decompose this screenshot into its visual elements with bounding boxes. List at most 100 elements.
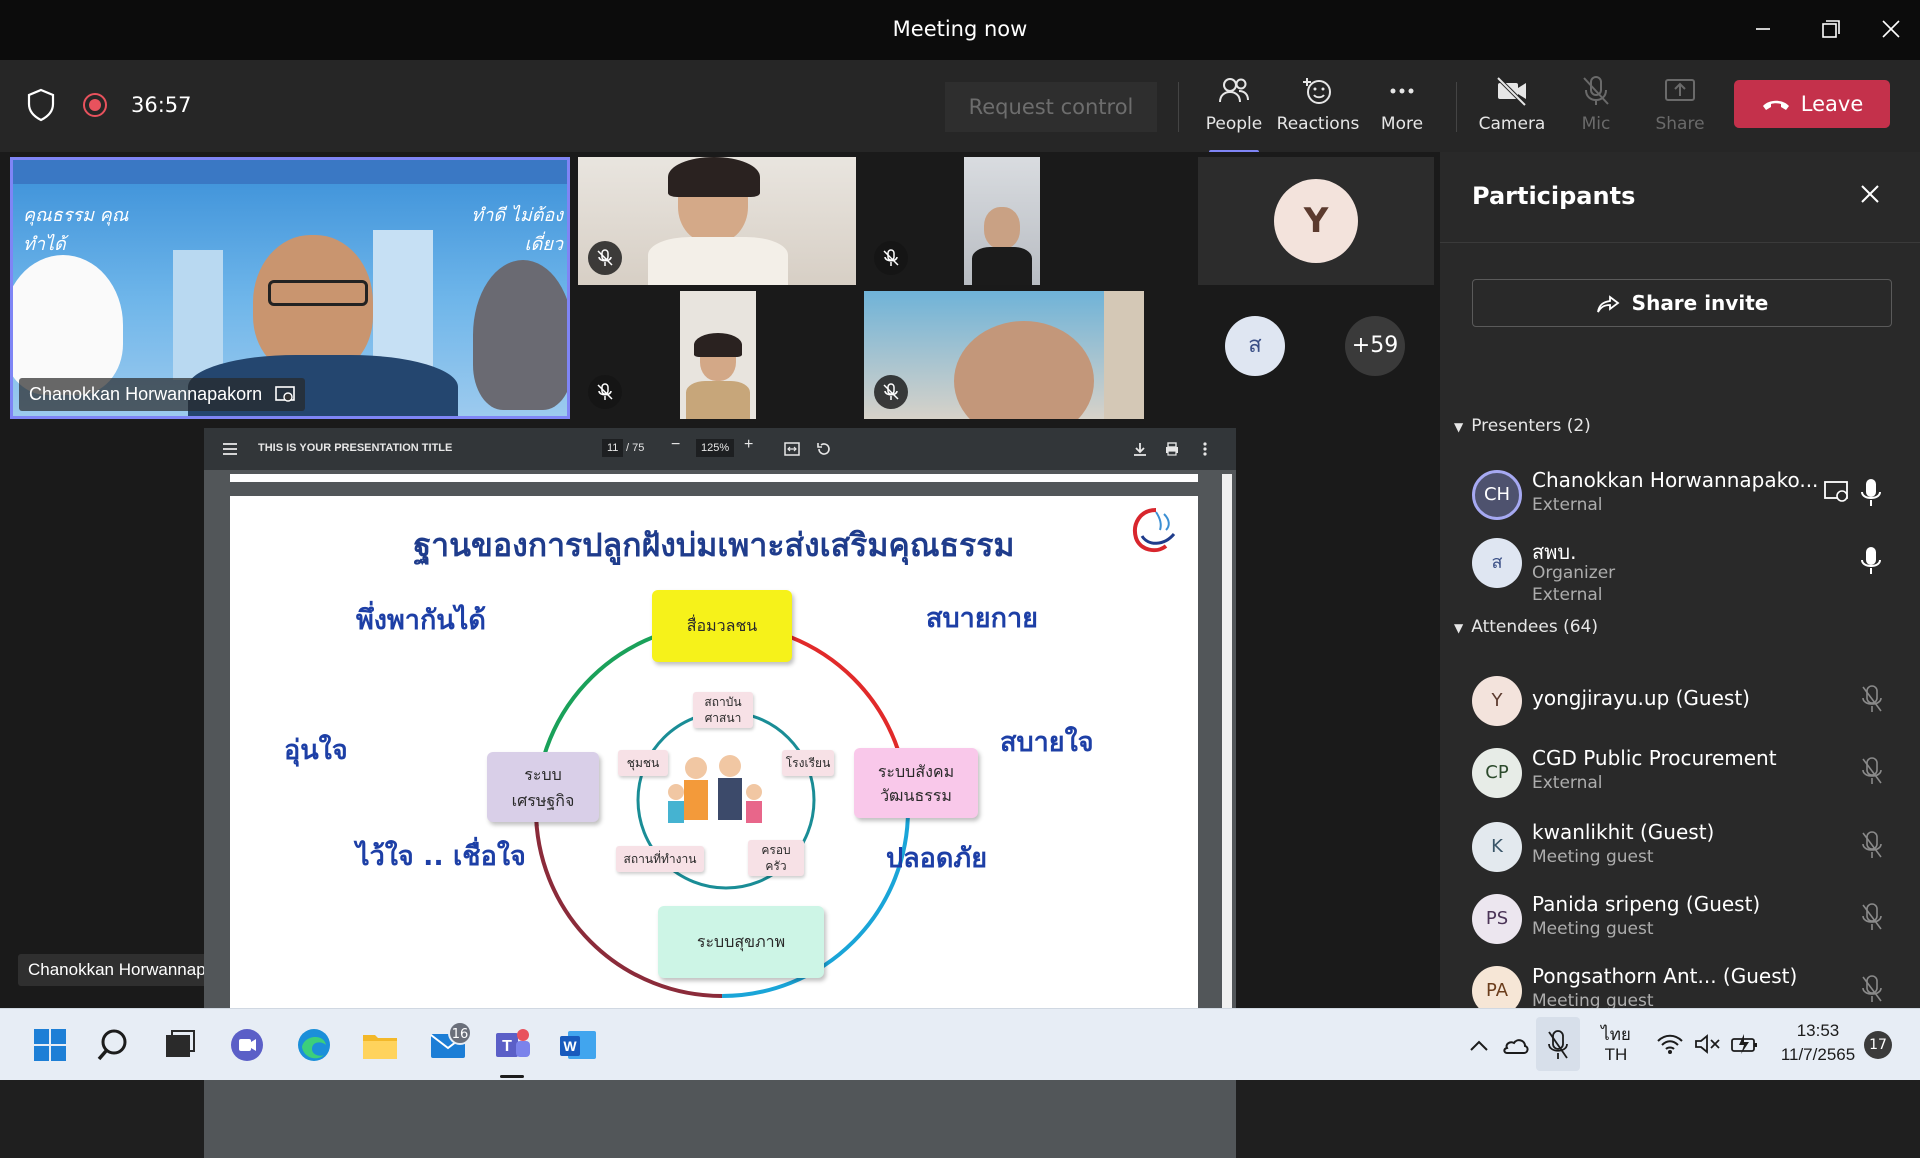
wifi-icon[interactable] <box>1656 1033 1684 1055</box>
search-icon[interactable] <box>94 1023 138 1067</box>
participant-video-tile[interactable] <box>864 291 1144 419</box>
rotate-icon[interactable] <box>816 441 832 457</box>
minimize-button[interactable] <box>1748 14 1778 44</box>
presenters-section-toggle[interactable]: ▼ Presenters (2) <box>1454 416 1591 436</box>
background-building <box>173 250 223 380</box>
value-word-warm: อุ่นใจ <box>284 735 348 766</box>
close-window-button[interactable] <box>1876 14 1906 44</box>
zoom-in-button[interactable]: + <box>744 436 753 454</box>
toolbar-divider <box>1178 82 1179 132</box>
participant-body <box>686 381 750 419</box>
more-participants-button[interactable]: +59 <box>1345 316 1405 376</box>
restore-icon <box>1822 20 1840 38</box>
chat-icon[interactable] <box>225 1023 269 1067</box>
participant-name: Pongsathorn Ant... (Guest) <box>1532 964 1798 988</box>
box-econ-line1: ระบบ <box>524 765 562 784</box>
avatar[interactable]: ส <box>1225 316 1285 376</box>
camera-label: Camera <box>1478 114 1546 134</box>
participant-row[interactable]: ส สพบ. Organizer External <box>1440 532 1920 612</box>
edge-browser-icon[interactable] <box>292 1023 336 1067</box>
mic-off-icon <box>597 249 613 266</box>
leave-button[interactable]: Leave <box>1734 80 1890 128</box>
volume-muted-icon[interactable] <box>1694 1033 1722 1055</box>
participant-row[interactable]: Y yongjirayu.up (Guest) <box>1440 670 1920 738</box>
battery-charging-icon[interactable] <box>1730 1033 1760 1055</box>
mic-icon <box>1861 479 1881 506</box>
share-button[interactable]: Share <box>1638 74 1722 144</box>
speaker-name-tag: Chanokkan Horwannapakorn <box>19 378 306 411</box>
mic-off-icon[interactable] <box>1546 1029 1570 1061</box>
small-box-workplace: สถานที่ทำงาน <box>616 846 704 872</box>
more-button[interactable]: More <box>1360 74 1444 144</box>
start-icon[interactable] <box>28 1023 72 1067</box>
participant-row[interactable]: PA Pongsathorn Ant... (Guest) Meeting gu… <box>1440 960 1920 1008</box>
more-vertical-icon[interactable] <box>1202 441 1208 457</box>
speaker-banner-strip <box>13 160 567 184</box>
zoom-out-button[interactable]: − <box>671 436 680 454</box>
page-number-input[interactable]: 11 <box>602 439 624 457</box>
participant-avatar-tile[interactable]: Y <box>1198 157 1434 285</box>
share-invite-button[interactable]: Share invite <box>1472 279 1892 327</box>
zoom-level-input[interactable]: 125% <box>696 439 735 457</box>
input-language-line2[interactable]: TH <box>1596 1045 1636 1065</box>
file-explorer-icon[interactable] <box>358 1023 402 1067</box>
shield-icon[interactable] <box>26 88 56 126</box>
participant-video-tile[interactable] <box>578 291 856 419</box>
participant-name: Chanokkan Horwannapako... <box>1532 468 1819 492</box>
camera-button[interactable]: Camera <box>1470 74 1554 144</box>
menu-icon[interactable] <box>222 442 238 456</box>
value-word-comfort-mind: สบายใจ <box>1000 727 1094 758</box>
mic-off-icon <box>883 249 899 266</box>
reactions-label: Reactions <box>1276 114 1360 134</box>
mic-off-icon <box>883 383 899 400</box>
participant-video-tile[interactable] <box>864 157 1144 285</box>
meeting-toolbar: 36:57 Request control People Reactions M… <box>0 60 1920 154</box>
avatar: K <box>1472 822 1522 872</box>
print-icon[interactable] <box>1164 441 1180 457</box>
task-view-icon[interactable] <box>158 1023 202 1067</box>
participant-body <box>648 237 788 285</box>
active-speaker-tile[interactable]: คุณธรรม คุณทำได้ ทำดี ไม่ต้องเดี่ยว Chan… <box>10 157 570 419</box>
mic-button[interactable]: Mic <box>1554 74 1638 144</box>
teams-icon[interactable]: T <box>490 1023 534 1067</box>
word-icon[interactable]: W <box>556 1023 600 1067</box>
value-word-trust: ไว้ใจ .. เชื่อใจ <box>356 841 526 872</box>
participant-row[interactable]: K kwanlikhit (Guest) Meeting guest <box>1440 816 1920 884</box>
people-icon <box>1219 78 1249 103</box>
attendees-section-toggle[interactable]: ▼ Attendees (64) <box>1454 617 1598 637</box>
participant-video-tile[interactable] <box>578 157 856 285</box>
previous-page-edge <box>230 474 1198 482</box>
participant-row[interactable]: PS Panida sripeng (Guest) Meeting guest <box>1440 888 1920 956</box>
slide-page: ฐานของการปลูกฝังบ่มเพาะส่งเสริมคุณธรรม พ… <box>230 496 1198 1016</box>
small-box-family: ครอบ ครัว <box>748 840 804 876</box>
input-language-line1[interactable]: ไทย <box>1596 1021 1636 1048</box>
people-button[interactable]: People <box>1192 74 1276 154</box>
onedrive-cloud-icon[interactable] <box>1500 1033 1530 1057</box>
participant-hair <box>668 157 760 197</box>
share-icon <box>1596 294 1620 312</box>
participant-row[interactable]: CH Chanokkan Horwannapako... External <box>1440 464 1920 532</box>
vertical-scrollbar[interactable] <box>1222 474 1232 1009</box>
mic-off-icon <box>1583 76 1609 105</box>
fit-page-icon[interactable] <box>784 442 800 456</box>
document-title: THIS IS YOUR PRESENTATION TITLE <box>258 442 453 454</box>
avatar: Y <box>1274 179 1358 263</box>
request-control-button[interactable]: Request control <box>945 82 1157 132</box>
small-box-school: โรงเรียน <box>782 750 834 776</box>
download-icon[interactable] <box>1132 441 1148 457</box>
notification-count-badge[interactable]: 17 <box>1864 1031 1892 1059</box>
avatar: CP <box>1472 748 1522 798</box>
close-panel-button[interactable] <box>1858 182 1882 210</box>
chevron-up-icon[interactable] <box>1468 1039 1490 1053</box>
reactions-icon <box>1303 78 1331 104</box>
clock-date[interactable]: 11/7/2565 <box>1770 1045 1866 1065</box>
participants-panel: Participants Share invite ▼ Presenters (2… <box>1440 152 1920 1008</box>
restore-button[interactable] <box>1816 14 1846 44</box>
clock-time[interactable]: 13:53 <box>1770 1021 1866 1041</box>
box-social-line1: ระบบสังคม <box>877 762 955 781</box>
participant-row[interactable]: CP CGD Public Procurement External <box>1440 742 1920 810</box>
mic-off-icon <box>1862 975 1882 1002</box>
reactions-button[interactable]: Reactions <box>1276 74 1360 144</box>
participant-name: kwanlikhit (Guest) <box>1532 820 1715 844</box>
mic-label: Mic <box>1581 114 1611 134</box>
